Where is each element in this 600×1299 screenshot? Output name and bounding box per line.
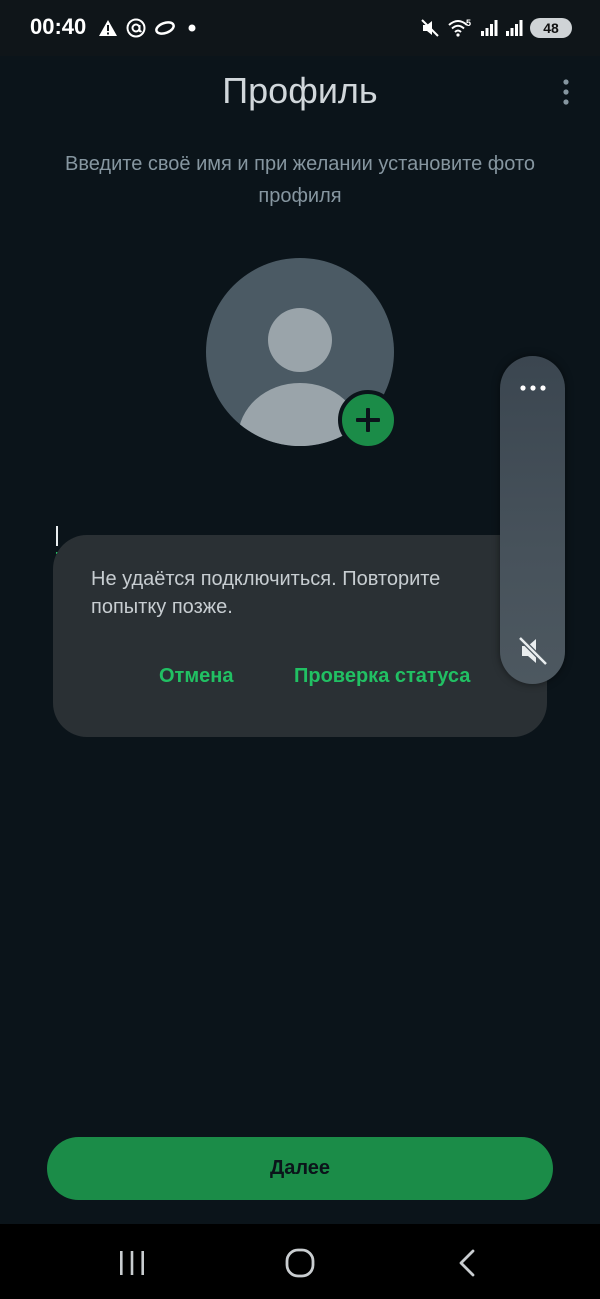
back-icon[interactable]: [452, 1246, 482, 1280]
next-button[interactable]: Далее: [47, 1137, 553, 1200]
wifi-icon: 5: [448, 18, 471, 37]
page-title: Профиль: [222, 70, 378, 111]
add-photo-button[interactable]: [338, 390, 398, 450]
mute-icon: [421, 19, 439, 37]
signal-label: 5: [466, 18, 471, 28]
connection-error-dialog: Не удаётся подключиться. Повторите попыт…: [53, 535, 547, 737]
plus-icon: [356, 408, 380, 432]
status-left-icons: [98, 14, 200, 42]
battery-icon: 48: [530, 18, 572, 38]
status-right-icons: 5 48: [420, 14, 572, 42]
recent-apps-icon[interactable]: [116, 1248, 148, 1278]
signal-icon: [506, 20, 523, 36]
dot-icon: [188, 24, 196, 32]
volume-muted-icon[interactable]: [516, 634, 550, 668]
text-cursor: [56, 526, 58, 546]
battery-level: 48: [543, 20, 559, 36]
more-vertical-icon[interactable]: [556, 78, 576, 108]
warning-icon: [99, 20, 117, 36]
status-time: 00:40: [30, 14, 87, 39]
home-icon[interactable]: [283, 1246, 317, 1280]
volume-more-button[interactable]: [514, 378, 552, 398]
person-head: [268, 308, 332, 372]
profile-instructions: Введите своё имя и при желании установит…: [65, 153, 535, 207]
volume-panel[interactable]: [500, 356, 565, 684]
cancel-button[interactable]: Отмена: [159, 665, 233, 688]
signal-icon: [481, 20, 498, 36]
status-bar: 00:40 5 48: [0, 0, 600, 56]
check-status-button[interactable]: Проверка статуса: [294, 665, 470, 688]
dialog-message: Не удаётся подключиться. Повторите попыт…: [91, 568, 441, 618]
navigation-bar: [0, 1224, 600, 1299]
at-sign-icon: [126, 18, 146, 38]
ring-icon: [155, 21, 175, 35]
more-horizontal-icon: [520, 385, 546, 391]
